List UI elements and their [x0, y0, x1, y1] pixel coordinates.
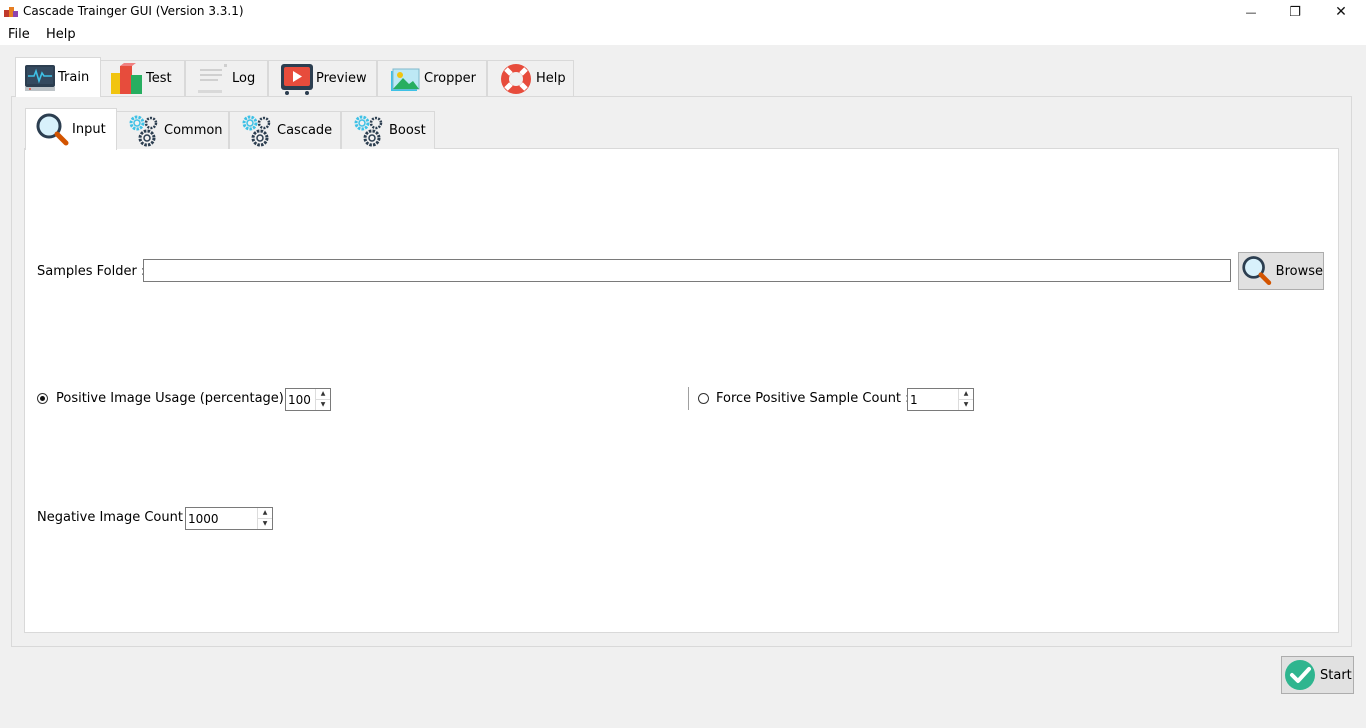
force-positive-radio[interactable] [698, 393, 709, 404]
spin-up-icon[interactable]: ▲ [316, 389, 330, 400]
minimize-button[interactable]: — [1228, 0, 1274, 24]
spin-down-icon[interactable]: ▼ [959, 400, 973, 410]
tab-log[interactable]: Log [185, 60, 268, 96]
tab-boost-label: Boost [389, 123, 426, 138]
tab-cropper-label: Cropper [424, 71, 476, 86]
tab-boost[interactable]: Boost [341, 111, 435, 149]
restore-icon: ❐ [1289, 4, 1301, 20]
tab-train-label: Train [58, 70, 90, 85]
tab-common-label: Common [164, 123, 223, 138]
tab-preview-label: Preview [316, 71, 367, 86]
samples-folder-input[interactable] [143, 259, 1231, 282]
browse-button[interactable]: Browse [1238, 252, 1324, 290]
positive-usage-radio[interactable] [37, 393, 48, 404]
close-icon: ✕ [1335, 4, 1347, 20]
samples-folder-label: Samples Folder : [37, 264, 146, 279]
tab-cascade-label: Cascade [277, 123, 333, 138]
force-positive-label: Force Positive Sample Count : [716, 391, 910, 406]
menu-file[interactable]: File [8, 27, 30, 42]
tab-help-label: Help [536, 71, 566, 86]
force-positive-value[interactable] [908, 389, 958, 410]
positive-usage-spinbox[interactable]: ▲ ▼ [285, 388, 331, 411]
negative-count-value[interactable] [186, 508, 257, 529]
magnifier-icon [36, 113, 69, 145]
spin-down-icon[interactable]: ▼ [258, 519, 272, 529]
negative-count-spinbox[interactable]: ▲ ▼ [185, 507, 273, 530]
menu-help[interactable]: Help [46, 27, 76, 42]
gears-icon [242, 115, 271, 146]
window-title: Cascade Trainger GUI (Version 3.3.1) [23, 4, 244, 18]
lifebuoy-icon [501, 63, 531, 94]
tab-cropper[interactable]: Cropper [377, 60, 487, 96]
close-button[interactable]: ✕ [1318, 0, 1364, 24]
force-positive-spinbox[interactable]: ▲ ▼ [907, 388, 974, 411]
tab-cascade[interactable]: Cascade [229, 111, 341, 149]
minimize-icon: — [1245, 5, 1257, 19]
blocks-icon [111, 62, 142, 94]
restore-button[interactable]: ❐ [1272, 0, 1318, 24]
spin-up-icon[interactable]: ▲ [258, 508, 272, 519]
tab-input[interactable]: Input [25, 108, 117, 150]
gears-icon [354, 115, 383, 146]
tab-log-label: Log [232, 71, 256, 86]
tab-test-label: Test [146, 71, 172, 86]
start-button[interactable]: Start [1281, 656, 1354, 694]
picture-icon [391, 68, 420, 91]
positive-usage-value[interactable] [286, 389, 315, 410]
browse-button-label: Browse [1275, 263, 1323, 279]
document-lines-icon [198, 63, 227, 93]
app-icon [4, 7, 18, 17]
play-screen-icon [281, 63, 313, 95]
spin-down-icon[interactable]: ▼ [316, 400, 330, 410]
tab-help[interactable]: Help [487, 60, 574, 96]
tab-test[interactable]: Test [100, 60, 185, 96]
radio-selected-dot [40, 396, 45, 401]
gears-icon [129, 115, 158, 146]
tab-preview[interactable]: Preview [268, 60, 377, 96]
tab-common[interactable]: Common [116, 111, 229, 149]
start-button-label: Start [1320, 667, 1352, 683]
tab-input-label: Input [72, 122, 106, 137]
positive-usage-label: Positive Image Usage (percentage) : [56, 391, 293, 406]
negative-count-label: Negative Image Count : [37, 510, 192, 525]
magnifier-icon [1242, 256, 1272, 285]
monitor-pulse-icon [25, 64, 55, 91]
check-circle-icon [1285, 660, 1315, 690]
vertical-divider [688, 387, 689, 410]
menu-bar [0, 24, 1366, 45]
spin-up-icon[interactable]: ▲ [959, 389, 973, 400]
tab-train[interactable]: Train [15, 57, 101, 97]
